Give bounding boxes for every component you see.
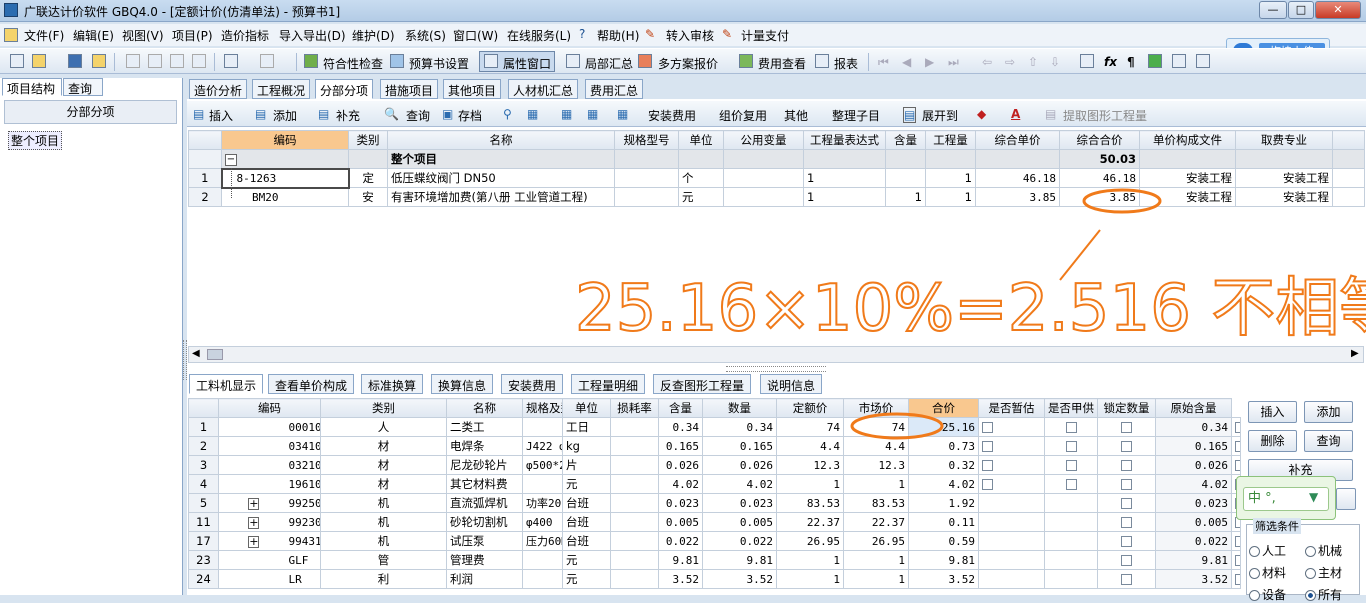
annotation-overlay: 25.16×10%=2.516 不相等? xyxy=(574,188,1366,440)
handwritten-note: 25.16×10%=2.516 不相等? xyxy=(575,272,1366,346)
circle-mark-upper xyxy=(1082,188,1162,214)
circle-mark-lower xyxy=(850,412,944,440)
